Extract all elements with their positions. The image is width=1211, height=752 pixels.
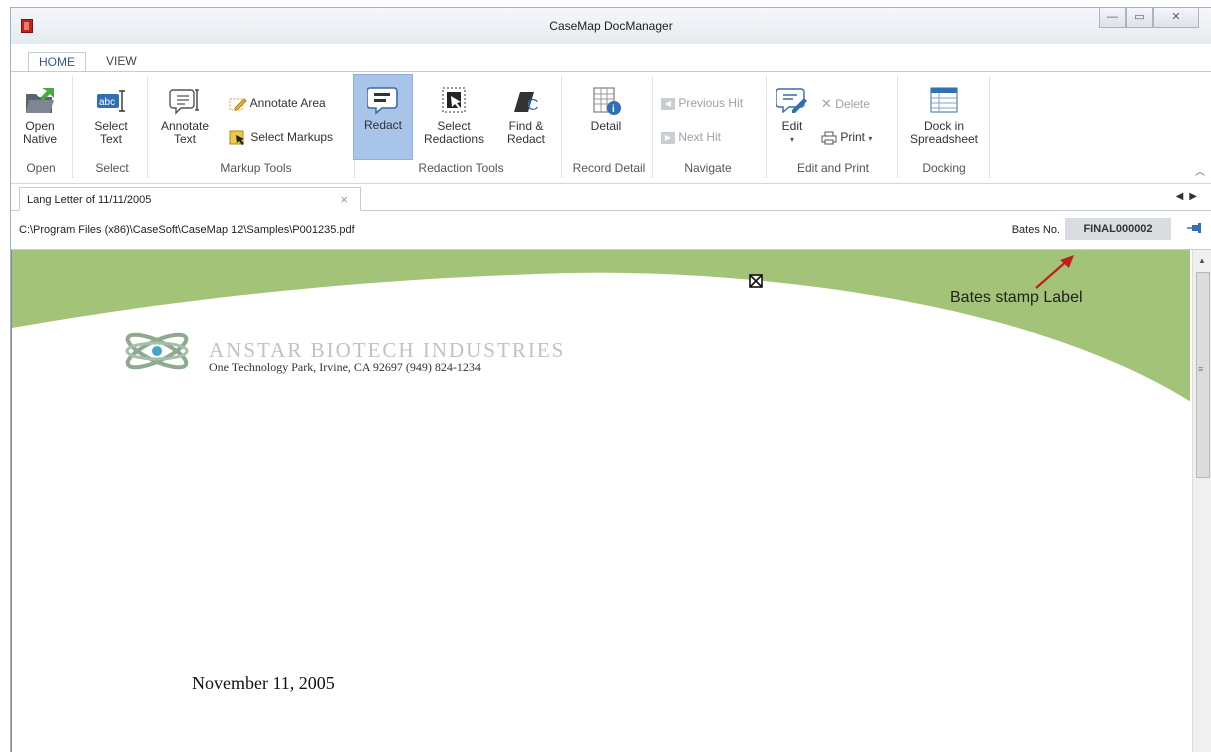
- detail-button[interactable]: i Detail: [576, 86, 636, 133]
- edit-label: Edit: [781, 119, 803, 133]
- next-arrow-icon: ▶: [661, 131, 675, 144]
- document-tab-strip: Lang Letter of 11/11/2005 × ◀▶: [11, 185, 1211, 211]
- delete-icon: ✕: [821, 96, 832, 111]
- ribbon: Open Native Open abc Select Text Select …: [11, 72, 1211, 184]
- app-window: CaseMap DocManager — ▭ ✕ HOME VIEW Open …: [10, 7, 1211, 752]
- group-label-navigate: Navigate: [684, 161, 732, 175]
- annotate-text-label-2: Text: [173, 132, 196, 146]
- previous-hit-label: Previous Hit: [678, 96, 744, 110]
- title-bar: CaseMap DocManager — ▭ ✕: [11, 8, 1211, 44]
- tab-scroll-arrows[interactable]: ◀▶: [1176, 191, 1203, 202]
- ribbon-separator: [897, 76, 898, 178]
- edit-button[interactable]: Edit ▾: [773, 86, 811, 146]
- dock-label-2: Spreadsheet: [909, 132, 979, 146]
- previous-hit-button[interactable]: ◀ Previous Hit: [661, 96, 743, 110]
- ribbon-separator: [72, 76, 73, 178]
- close-tab-icon[interactable]: ×: [340, 192, 348, 207]
- printer-icon: [821, 131, 837, 145]
- tab-lang-letter[interactable]: Lang Letter of 11/11/2005 ×: [19, 187, 361, 211]
- collapse-ribbon-icon[interactable]: ︿: [1195, 163, 1205, 178]
- detail-icon: i: [593, 87, 621, 115]
- redact-icon: [367, 87, 398, 115]
- group-label-record-detail: Record Detail: [572, 161, 646, 175]
- edit-icon: [776, 88, 807, 114]
- select-markups-button[interactable]: Select Markups: [229, 130, 333, 146]
- tab-view[interactable]: VIEW: [96, 52, 147, 72]
- folder-open-icon: [26, 88, 54, 113]
- group-label-edit-and-print: Edit and Print: [796, 161, 870, 175]
- find-redact-label-2: Redact: [506, 132, 546, 146]
- group-label-redaction-tools: Redaction Tools: [418, 161, 504, 175]
- minimize-button[interactable]: —: [1099, 8, 1126, 28]
- maximize-button[interactable]: ▭: [1126, 8, 1153, 28]
- print-label: Print: [840, 130, 866, 144]
- print-dropdown-icon[interactable]: ▾: [868, 134, 872, 143]
- redact-button[interactable]: Redact: [353, 74, 413, 160]
- delete-button[interactable]: ✕ Delete: [821, 96, 870, 112]
- spreadsheet-icon: [930, 87, 958, 113]
- window-controls: — ▭ ✕: [1099, 8, 1199, 28]
- dock-in-spreadsheet-button[interactable]: Dock in Spreadsheet: [904, 86, 984, 146]
- group-label-select: Select: [95, 161, 129, 175]
- scroll-up-icon[interactable]: ▲: [1198, 256, 1206, 265]
- select-text-button[interactable]: abc Select Text: [85, 86, 137, 146]
- ribbon-separator: [989, 76, 990, 178]
- select-text-label-2: Text: [99, 132, 122, 146]
- ribbon-separator: [147, 76, 148, 178]
- ribbon-separator: [766, 76, 767, 178]
- annotate-area-label: Annotate Area: [249, 96, 326, 111]
- close-button[interactable]: ✕: [1153, 8, 1199, 28]
- select-redactions-button[interactable]: Select Redactions: [419, 86, 489, 146]
- file-path: C:\Program Files (x86)\CaseSoft\CaseMap …: [19, 224, 355, 236]
- annotate-text-icon: [169, 89, 199, 115]
- ribbon-separator: [561, 76, 562, 178]
- svg-text:i: i: [612, 104, 615, 115]
- find-redact-icon: C: [514, 92, 539, 114]
- previous-arrow-icon: ◀: [661, 97, 675, 110]
- annotate-area-icon: [229, 98, 247, 111]
- vertical-scrollbar[interactable]: ▲ ≡: [1192, 250, 1211, 752]
- find-redact-button[interactable]: C Find & Redact: [501, 86, 551, 146]
- window-title: CaseMap DocManager: [549, 19, 673, 33]
- letter-date: November 11, 2005: [192, 673, 335, 693]
- bates-no-value: FINAL000002: [1065, 218, 1171, 240]
- company-address: One Technology Park, Irvine, CA 92697 (9…: [209, 360, 481, 374]
- edit-dropdown-icon[interactable]: ▾: [773, 133, 811, 146]
- select-redactions-icon: [442, 87, 466, 113]
- bates-no-label: Bates No.: [1011, 224, 1060, 236]
- select-markups-icon: [229, 130, 244, 145]
- detail-label: Detail: [590, 119, 622, 133]
- group-label-markup-tools: Markup Tools: [220, 161, 292, 175]
- delete-label: Delete: [835, 97, 870, 111]
- redact-label: Redact: [363, 118, 403, 132]
- annotate-area-button[interactable]: Annotate Area: [229, 96, 326, 112]
- bates-stamp-annotation: Bates stamp Label: [950, 289, 1083, 306]
- bates-stamp-box-icon[interactable]: [749, 274, 763, 288]
- tab-home[interactable]: HOME: [28, 52, 86, 72]
- annotate-text-button[interactable]: Annotate Text: [156, 86, 214, 146]
- scroll-thumb[interactable]: [1196, 272, 1210, 478]
- next-hit-button[interactable]: ▶ Next Hit: [661, 130, 721, 144]
- group-label-open: Open: [26, 161, 56, 175]
- select-markups-label: Select Markups: [250, 130, 334, 145]
- svg-text:C: C: [527, 97, 539, 114]
- company-logo: [125, 332, 189, 370]
- select-redactions-label-2: Redactions: [423, 132, 485, 146]
- select-text-icon: abc: [97, 90, 125, 112]
- open-native-label-2: Native: [22, 132, 57, 146]
- pin-icon[interactable]: [1187, 223, 1203, 233]
- print-button[interactable]: Print ▾: [821, 130, 872, 145]
- ribbon-tabs: HOME VIEW: [11, 44, 1211, 72]
- next-hit-label: Next Hit: [678, 130, 722, 144]
- scroll-grip-icon: ≡: [1198, 364, 1204, 374]
- red-arrow-icon: [1035, 255, 1074, 289]
- path-bar: C:\Program Files (x86)\CaseSoft\CaseMap …: [11, 212, 1211, 250]
- open-native-button[interactable]: Open Native: [17, 86, 63, 146]
- svg-text:abc: abc: [99, 97, 115, 108]
- document-tab-label: Lang Letter of 11/11/2005: [27, 194, 152, 206]
- group-label-docking: Docking: [922, 161, 966, 175]
- document-viewer[interactable]: ANSTAR BIOTECH INDUSTRIES One Technology…: [11, 250, 1190, 752]
